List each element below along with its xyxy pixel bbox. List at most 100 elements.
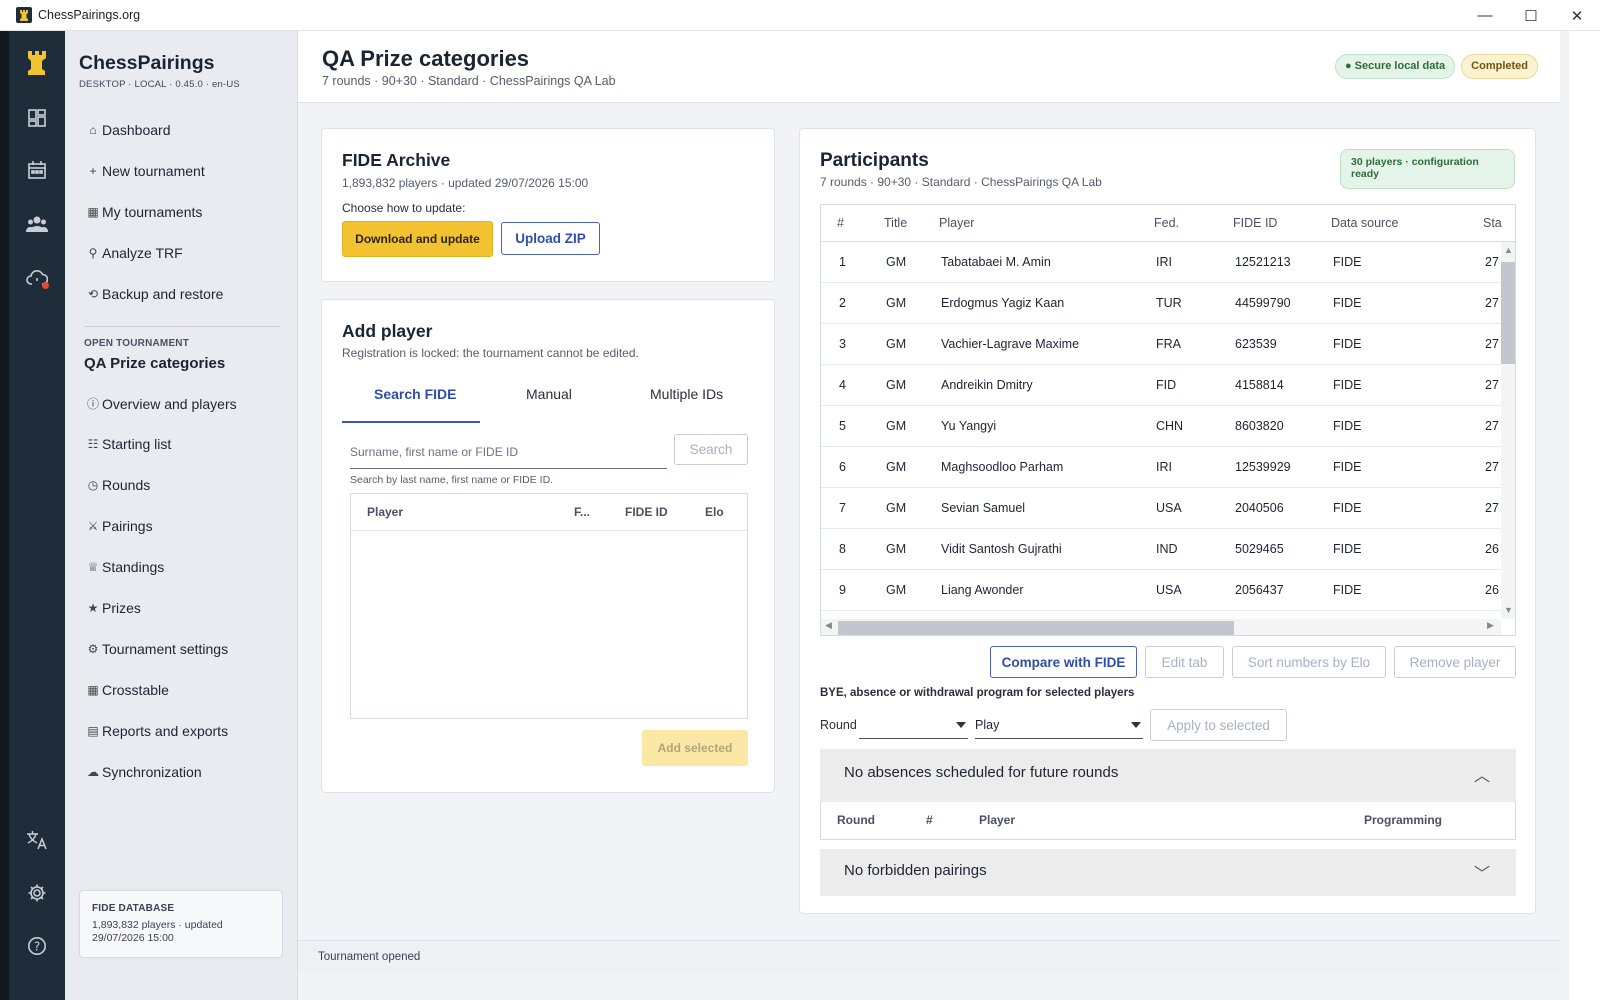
scroll-up-icon[interactable]: ▲ (1504, 245, 1513, 255)
download-update-button[interactable]: Download and update (342, 221, 493, 257)
column-header[interactable]: Round (837, 813, 875, 827)
compare-fide-button[interactable]: Compare with FIDE (990, 646, 1137, 678)
participants-card: Participants 7 rounds · 90+30 · Standard… (799, 128, 1536, 914)
column-header[interactable]: Title (884, 216, 907, 230)
calendar-icon[interactable] (9, 150, 65, 190)
column-header[interactable]: Fed. (1154, 216, 1179, 230)
sidebar-item-label: New tournament (102, 163, 205, 179)
participants-table-header: # Title Player Fed. FIDE ID Data source … (821, 205, 1515, 242)
column-header[interactable]: Elo (705, 505, 724, 519)
minimize-icon[interactable]: — (1462, 0, 1508, 31)
add-player-tabs: Search FIDE Manual Multiple IDs (342, 386, 754, 424)
forbidden-pairings-accordion[interactable]: No forbidden pairings ﹀ (820, 849, 1516, 896)
sidebar-item-dashboard[interactable]: ⌂ Dashboard (87, 122, 170, 138)
sidebar-item-overview[interactable]: ⓘ Overview and players (87, 395, 237, 412)
players-icon[interactable] (9, 204, 65, 244)
maximize-icon[interactable]: ☐ (1508, 0, 1554, 31)
brand-version: DESKTOP · LOCAL · 0.45.0 · en-US (79, 79, 240, 90)
add-player-card: Add player Registration is locked: the t… (321, 299, 775, 793)
chevron-down-icon (1131, 722, 1141, 728)
cloud-sync-icon[interactable] (9, 258, 65, 298)
dashboard-icon[interactable] (9, 98, 65, 138)
sidebar-divider (84, 326, 280, 327)
sort-by-elo-button[interactable]: Sort numbers by Elo (1232, 646, 1386, 678)
column-header[interactable]: # (837, 216, 844, 230)
table-row[interactable]: 9 GM Liang Awonder USA 2056437 FIDE 26 (821, 570, 1501, 611)
apply-selected-button[interactable]: Apply to selected (1150, 709, 1287, 741)
table-row[interactable]: 7 GM Sevian Samuel USA 2040506 FIDE 27 (821, 488, 1501, 529)
open-tournament-name[interactable]: QA Prize categories (84, 355, 225, 372)
column-header[interactable]: Programming (1364, 813, 1442, 827)
rook-logo-icon[interactable] (9, 31, 65, 95)
add-selected-button[interactable]: Add selected (642, 730, 748, 766)
column-header[interactable]: FIDE ID (1233, 216, 1277, 230)
sidebar-item-my-tournaments[interactable]: ▦ My tournaments (87, 204, 202, 220)
sidebar-item-rounds[interactable]: ◷ Rounds (87, 477, 151, 493)
sidebar-item-backup[interactable]: ⟲ Backup and restore (87, 286, 223, 302)
tab-manual[interactable]: Manual (526, 386, 572, 402)
window-titlebar: ChessPairings.org — ☐ ✕ (0, 0, 1600, 31)
sidebar-item-label: Reports and exports (102, 723, 229, 739)
sidebar-item-new-tournament[interactable]: + New tournament (87, 163, 205, 179)
column-header[interactable]: Player (367, 505, 403, 519)
gear-icon[interactable] (9, 873, 65, 913)
sidebar-item-prizes[interactable]: ★ Prizes (87, 600, 141, 616)
column-header[interactable]: Sta (1483, 216, 1502, 230)
vertical-scroll-thumb[interactable] (1501, 262, 1515, 364)
translate-icon[interactable] (9, 820, 65, 860)
table-row[interactable]: 4 GM Andreikin Dmitry FID 4158814 FIDE 27 (821, 365, 1501, 406)
search-button[interactable]: Search (674, 434, 748, 465)
sidebar-item-standings[interactable]: ♕ Standings (87, 559, 165, 575)
scroll-down-icon[interactable]: ▼ (1504, 605, 1513, 615)
column-header[interactable]: FIDE ID (625, 505, 668, 519)
page-scroll-gutter (1560, 31, 1569, 1000)
open-tournament-label: OPEN TOURNAMENT (84, 338, 190, 349)
window-left-edge (0, 31, 9, 1000)
sidebar-item-analyze-trf[interactable]: ⚲ Analyze TRF (87, 245, 183, 261)
sidebar-item-label: Standings (102, 559, 165, 575)
fide-search-input[interactable]: Surname, first name or FIDE ID (350, 439, 667, 469)
close-icon[interactable]: ✕ (1554, 0, 1600, 31)
secure-data-badge: ● Secure local data (1334, 54, 1456, 79)
table-row[interactable]: 6 GM Maghsoodloo Parham IRI 12539929 FIDE 27 (821, 447, 1501, 488)
sidebar-item-label: Crosstable (102, 682, 169, 698)
table-row[interactable]: 3 GM Vachier-Lagrave Maxime FRA 623539 FIDE 27 (821, 324, 1501, 365)
column-header[interactable]: Player (939, 216, 974, 230)
status-badge: Completed (1461, 54, 1538, 79)
tab-multiple-ids[interactable]: Multiple IDs (650, 386, 723, 402)
plus-icon: + (89, 164, 97, 178)
upload-zip-button[interactable]: Upload ZIP (501, 222, 600, 255)
remove-player-button[interactable]: Remove player (1394, 646, 1516, 678)
edit-tab-button[interactable]: Edit tab (1145, 646, 1224, 678)
sidebar-item-settings[interactable]: ⚙ Tournament settings (87, 641, 228, 657)
sidebar-item-synchronization[interactable]: ☁ Synchronization (87, 764, 202, 780)
table-row[interactable]: 2 GM Erdogmus Yagiz Kaan TUR 44599790 FIDE 27 (821, 283, 1501, 324)
mode-select[interactable]: Play (975, 711, 1143, 739)
window-right-margin (1569, 31, 1600, 1000)
column-header[interactable]: F... (574, 505, 590, 519)
column-header[interactable]: Data source (1331, 216, 1398, 230)
grid-icon: ▦ (87, 205, 99, 219)
add-player-title: Add player (342, 321, 433, 341)
scroll-right-icon[interactable]: ▶ (1487, 620, 1494, 631)
table-row[interactable]: 8 GM Vidit Santosh Gujrathi IND 5029465 FIDE 2… (821, 529, 1501, 570)
sidebar-item-label: Analyze TRF (102, 245, 183, 261)
horizontal-scroll-thumb[interactable] (838, 621, 1234, 635)
column-header[interactable]: # (926, 813, 933, 827)
sidebar-item-pairings[interactable]: ⚔ Pairings (87, 518, 153, 534)
search-results-table: Player F... FIDE ID Elo (350, 493, 748, 719)
table-row[interactable]: 1 GM Tabatabaei M. Amin IRI 12521213 FIDE 27 (821, 242, 1501, 283)
status-bar: Tournament opened (298, 940, 1560, 973)
tab-search-fide[interactable]: Search FIDE (374, 386, 456, 402)
absences-accordion[interactable]: No absences scheduled for future rounds … (820, 749, 1516, 802)
round-select[interactable] (859, 711, 968, 739)
sidebar-item-starting-list[interactable]: ☷ Starting list (87, 436, 172, 452)
help-icon[interactable]: ? (9, 926, 65, 966)
scroll-left-icon[interactable]: ◀ (825, 620, 832, 631)
table-row[interactable]: 5 GM Yu Yangyi CHN 8603820 FIDE 27 (821, 406, 1501, 447)
column-header[interactable]: Player (979, 813, 1015, 827)
rook-app-icon (16, 7, 32, 23)
clock-icon: ◷ (87, 478, 99, 492)
sidebar-item-crosstable[interactable]: ▦ Crosstable (87, 682, 169, 698)
sidebar-item-reports[interactable]: ▤ Reports and exports (87, 723, 228, 739)
